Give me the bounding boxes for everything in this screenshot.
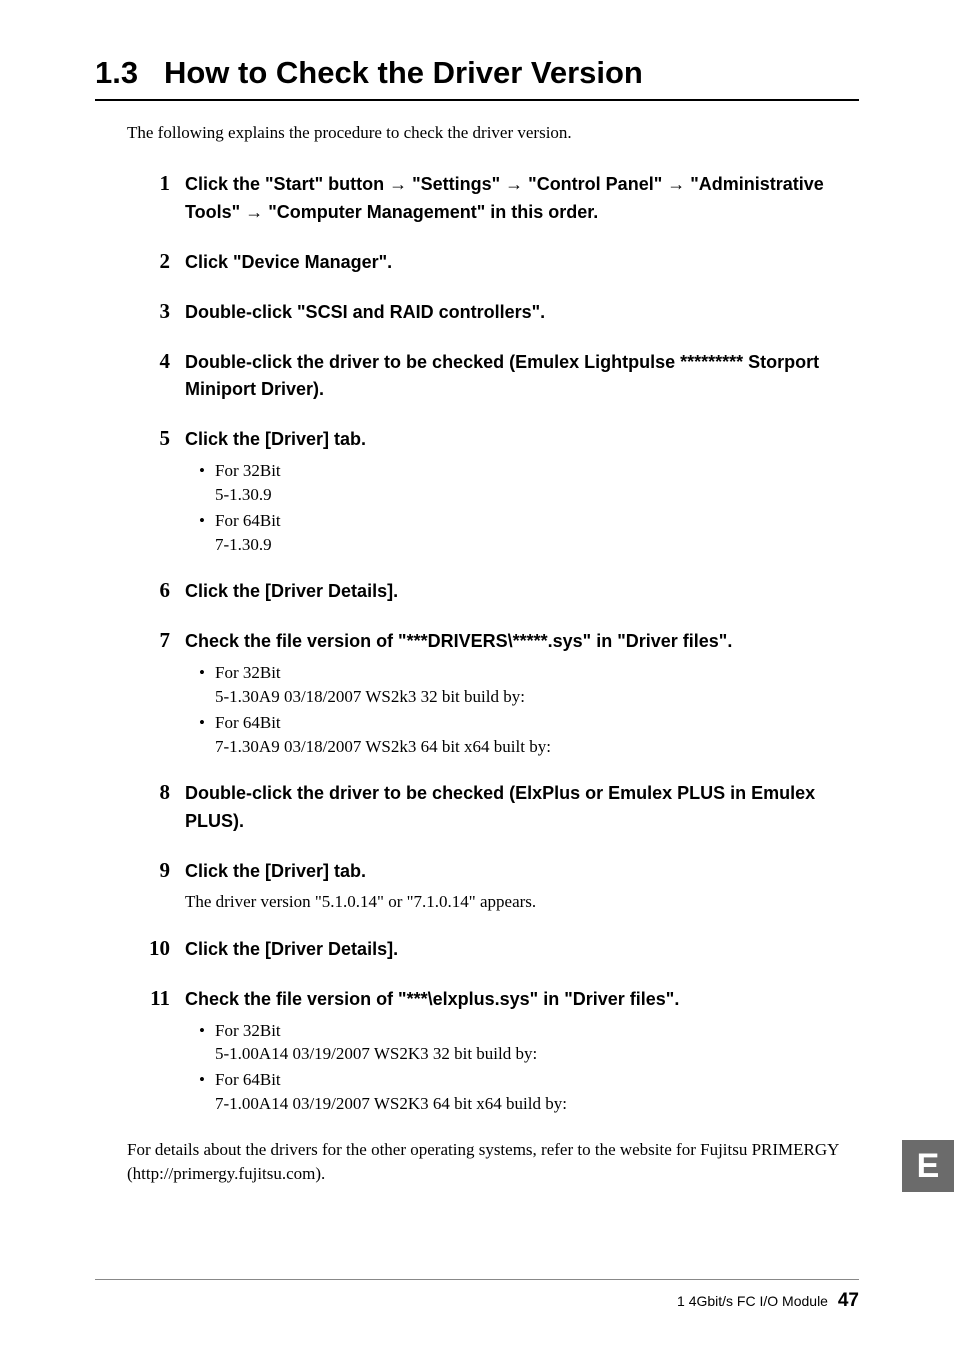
step-title: Check the file version of "***\elxplus.s… <box>185 986 859 1014</box>
step-title: Click the [Driver Details]. <box>185 936 859 964</box>
step-6: 6 Click the [Driver Details]. <box>145 578 859 606</box>
arrow-icon: → <box>505 174 523 194</box>
step-number: 10 <box>145 936 170 961</box>
bullet-value: 7-1.30A9 03/18/2007 WS2k3 64 bit x64 bui… <box>215 735 859 759</box>
bullet-list: For 32Bit 5-1.30A9 03/18/2007 WS2k3 32 b… <box>185 661 859 758</box>
bullet-label: For 64Bit <box>215 511 281 530</box>
step-title: Click "Device Manager". <box>185 249 859 277</box>
step-text: "Computer Management" in this order. <box>263 202 598 222</box>
section-title: 1.3 How to Check the Driver Version <box>95 55 859 101</box>
arrow-icon: → <box>245 202 263 222</box>
section-number: 1.3 <box>95 55 138 90</box>
step-5: 5 Click the [Driver] tab. For 32Bit 5-1.… <box>145 426 859 556</box>
bullet-list: For 32Bit 5-1.30.9 For 64Bit 7-1.30.9 <box>185 459 859 556</box>
page-number: 47 <box>838 1290 859 1311</box>
list-item: For 32Bit 5-1.00A14 03/19/2007 WS2K3 32 … <box>215 1019 859 1067</box>
step-title: Click the [Driver] tab. <box>185 858 859 886</box>
step-11: 11 Check the file version of "***\elxplu… <box>145 986 859 1116</box>
arrow-icon: → <box>667 174 685 194</box>
step-title: Double-click "SCSI and RAID controllers"… <box>185 299 859 327</box>
step-number: 1 <box>145 171 170 196</box>
bullet-value: 5-1.30A9 03/18/2007 WS2k3 32 bit build b… <box>215 685 859 709</box>
bullet-value: 7-1.00A14 03/19/2007 WS2K3 64 bit x64 bu… <box>215 1092 859 1116</box>
bullet-label: For 64Bit <box>215 1070 281 1089</box>
step-text: Click the "Start" button <box>185 174 389 194</box>
list-item: For 64Bit 7-1.30A9 03/18/2007 WS2k3 64 b… <box>215 711 859 759</box>
bullet-value: 5-1.00A14 03/19/2007 WS2K3 32 bit build … <box>215 1042 859 1066</box>
section-heading: How to Check the Driver Version <box>164 55 643 90</box>
step-title: Check the file version of "***DRIVERS\**… <box>185 628 859 656</box>
step-8: 8 Double-click the driver to be checked … <box>145 780 859 836</box>
list-item: For 32Bit 5-1.30A9 03/18/2007 WS2k3 32 b… <box>215 661 859 709</box>
step-10: 10 Click the [Driver Details]. <box>145 936 859 964</box>
steps-list: 1 Click the "Start" button → "Settings" … <box>145 171 859 1116</box>
step-number: 9 <box>145 858 170 883</box>
step-9: 9 Click the [Driver] tab. The driver ver… <box>145 858 859 914</box>
list-item: For 64Bit 7-1.00A14 03/19/2007 WS2K3 64 … <box>215 1068 859 1116</box>
step-number: 5 <box>145 426 170 451</box>
step-number: 6 <box>145 578 170 603</box>
bullet-label: For 32Bit <box>215 663 281 682</box>
step-title: Click the [Driver Details]. <box>185 578 859 606</box>
step-title: Click the [Driver] tab. <box>185 426 859 454</box>
step-title: Click the "Start" button → "Settings" → … <box>185 171 859 227</box>
closing-paragraph: For details about the drivers for the ot… <box>127 1138 859 1187</box>
step-number: 2 <box>145 249 170 274</box>
step-text: "Settings" <box>407 174 505 194</box>
list-item: For 64Bit 7-1.30.9 <box>215 509 859 557</box>
step-number: 3 <box>145 299 170 324</box>
bullet-value: 5-1.30.9 <box>215 483 859 507</box>
bullet-label: For 32Bit <box>215 1021 281 1040</box>
language-tab: E <box>902 1140 954 1192</box>
step-body: The driver version "5.1.0.14" or "7.1.0.… <box>185 890 859 914</box>
step-number: 8 <box>145 780 170 805</box>
intro-paragraph: The following explains the procedure to … <box>127 123 859 143</box>
step-3: 3 Double-click "SCSI and RAID controller… <box>145 299 859 327</box>
step-title: Double-click the driver to be checked (E… <box>185 780 859 836</box>
footer-label: 1 4Gbit/s FC I/O Module <box>677 1293 828 1309</box>
page-footer: 1 4Gbit/s FC I/O Module 47 <box>95 1279 859 1312</box>
bullet-list: For 32Bit 5-1.00A14 03/19/2007 WS2K3 32 … <box>185 1019 859 1116</box>
step-number: 4 <box>145 349 170 374</box>
step-2: 2 Click "Device Manager". <box>145 249 859 277</box>
step-number: 7 <box>145 628 170 653</box>
step-7: 7 Check the file version of "***DRIVERS\… <box>145 628 859 758</box>
step-number: 11 <box>145 986 170 1011</box>
step-1: 1 Click the "Start" button → "Settings" … <box>145 171 859 227</box>
step-4: 4 Double-click the driver to be checked … <box>145 349 859 405</box>
arrow-icon: → <box>389 174 407 194</box>
bullet-value: 7-1.30.9 <box>215 533 859 557</box>
bullet-label: For 64Bit <box>215 713 281 732</box>
bullet-label: For 32Bit <box>215 461 281 480</box>
step-title: Double-click the driver to be checked (E… <box>185 349 859 405</box>
list-item: For 32Bit 5-1.30.9 <box>215 459 859 507</box>
step-text: "Control Panel" <box>523 174 667 194</box>
